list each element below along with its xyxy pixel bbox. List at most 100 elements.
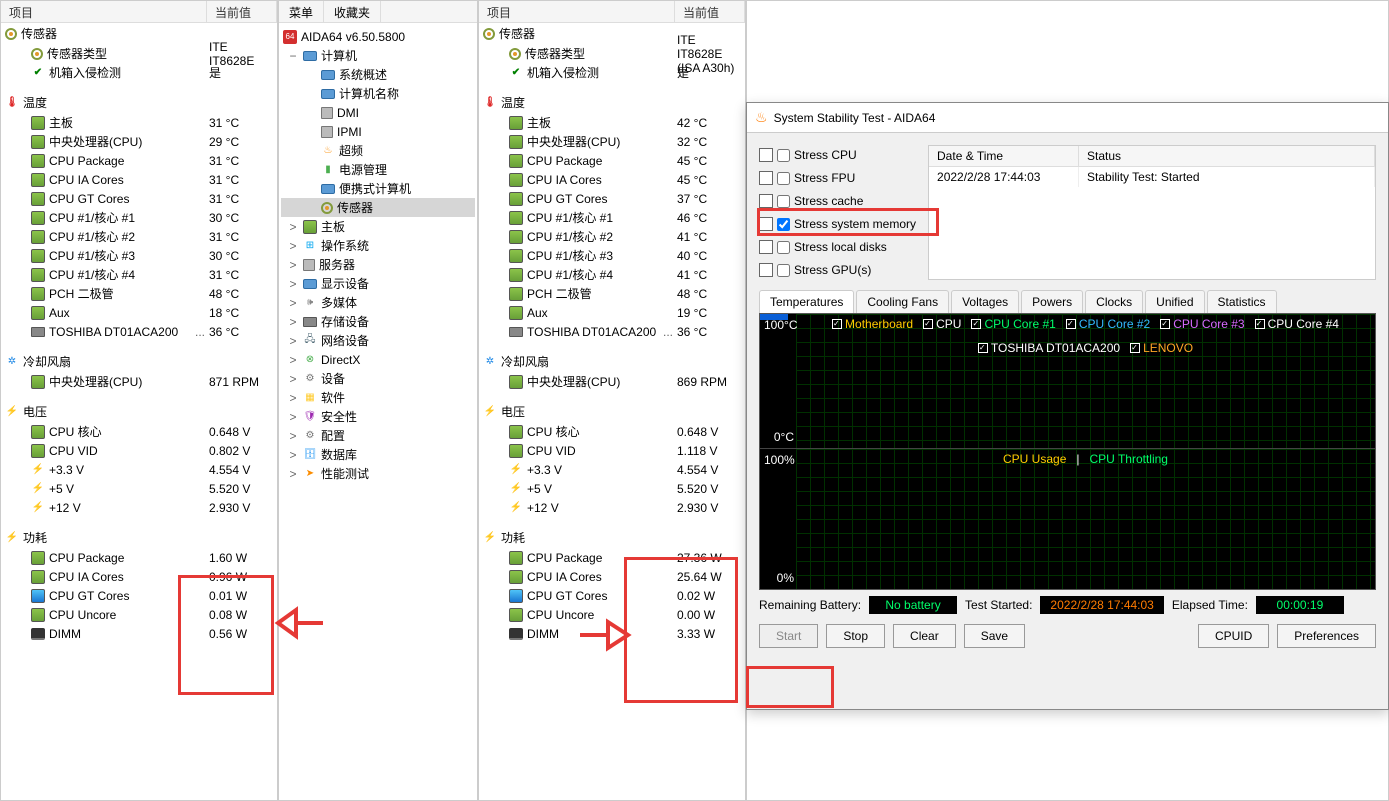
expander-icon[interactable]: >: [287, 239, 299, 253]
cpuid-button[interactable]: CPUID: [1198, 624, 1269, 648]
expander-icon[interactable]: >: [287, 277, 299, 291]
tree-node[interactable]: >⊞操作系统: [281, 236, 475, 255]
tree-node[interactable]: >主板: [281, 217, 475, 236]
preferences-button[interactable]: Preferences: [1277, 624, 1376, 648]
window-titlebar[interactable]: ♨ System Stability Test - AIDA64: [747, 103, 1388, 133]
table-row: CPU IA Cores45 °C: [479, 170, 745, 189]
expander-icon[interactable]: >: [287, 353, 299, 367]
legend-checkbox[interactable]: [923, 319, 933, 329]
clear-button[interactable]: Clear: [893, 624, 956, 648]
table-row: ⚡+5 V5.520 V: [1, 479, 277, 498]
tree-node[interactable]: >⊗DirectX: [281, 350, 475, 369]
chart-tab[interactable]: Statistics: [1207, 290, 1277, 313]
chip-icon: [31, 135, 45, 149]
tree-node[interactable]: 系统概述: [281, 65, 475, 84]
expander-icon[interactable]: −: [287, 49, 299, 63]
tree-node[interactable]: >存储设备: [281, 312, 475, 331]
sensor-panel-before: 项目 当前值 传感器传感器类型ITE IT8628E✔机箱入侵检测是🌡温度主板3…: [0, 0, 278, 801]
stress-option[interactable]: Stress local disks: [759, 237, 916, 257]
tree-node[interactable]: DMI: [281, 103, 475, 122]
tree-node[interactable]: −计算机: [281, 46, 475, 65]
legend-checkbox[interactable]: [1130, 343, 1140, 353]
stop-button[interactable]: Stop: [826, 624, 885, 648]
stress-checkbox[interactable]: [777, 195, 790, 208]
tree-node[interactable]: >🕪多媒体: [281, 293, 475, 312]
sensor-list[interactable]: 传感器传感器类型ITE IT8628E✔机箱入侵检测是🌡温度主板31 °C中央处…: [1, 23, 277, 643]
expander-icon[interactable]: >: [287, 448, 299, 462]
tree-node[interactable]: 传感器: [281, 198, 475, 217]
tree-node[interactable]: IPMI: [281, 122, 475, 141]
nav-tree[interactable]: 64AIDA64 v6.50.5800−计算机系统概述计算机名称DMIIPMI♨…: [279, 23, 477, 487]
start-button[interactable]: Start: [759, 624, 818, 648]
module-icon: [321, 126, 333, 138]
tree-node[interactable]: ♨超频: [281, 141, 475, 160]
tree-node[interactable]: >显示设备: [281, 274, 475, 293]
legend-checkbox[interactable]: [832, 319, 842, 329]
expander-icon[interactable]: >: [287, 296, 299, 310]
tree-node[interactable]: >▦软件: [281, 388, 475, 407]
stress-option[interactable]: Stress cache: [759, 191, 916, 211]
table-row: 中央处理器(CPU)871 RPM: [1, 372, 277, 391]
expander-icon[interactable]: >: [287, 410, 299, 424]
legend-item[interactable]: CPU Core #4: [1255, 317, 1339, 331]
stress-option[interactable]: Stress GPU(s): [759, 260, 916, 280]
expander-icon[interactable]: >: [287, 220, 299, 234]
tree-root[interactable]: 64AIDA64 v6.50.5800: [281, 27, 475, 46]
sensor-icon: [5, 28, 17, 40]
stress-checkbox[interactable]: [777, 264, 790, 277]
tree-node[interactable]: >🗄数据库: [281, 445, 475, 464]
tree-node[interactable]: >🖧网络设备: [281, 331, 475, 350]
tree-node[interactable]: >⚙设备: [281, 369, 475, 388]
tree-node[interactable]: >服务器: [281, 255, 475, 274]
legend-item[interactable]: LENOVO: [1130, 341, 1193, 355]
chip-icon: [31, 306, 45, 320]
table-row: 中央处理器(CPU)869 RPM: [479, 372, 745, 391]
legend-item[interactable]: TOSHIBA DT01ACA200: [978, 341, 1120, 355]
legend-checkbox[interactable]: [1160, 319, 1170, 329]
expander-icon[interactable]: >: [287, 258, 299, 272]
chart-tab[interactable]: Clocks: [1085, 290, 1143, 313]
chart-tab[interactable]: Unified: [1145, 290, 1204, 313]
expander-icon[interactable]: >: [287, 429, 299, 443]
legend-item[interactable]: CPU Core #1: [971, 317, 1055, 331]
test-started-label: Test Started:: [965, 598, 1032, 612]
legend-checkbox[interactable]: [978, 343, 988, 353]
tree-node[interactable]: >⚙配置: [281, 426, 475, 445]
tab-menu[interactable]: 菜单: [279, 1, 324, 22]
sensor-list[interactable]: 传感器传感器类型ITE IT8628E (ISA A30h)✔机箱入侵检测是🌡温…: [479, 23, 745, 643]
expander-icon[interactable]: >: [287, 315, 299, 329]
chart-tab[interactable]: Temperatures: [759, 290, 854, 313]
save-button[interactable]: Save: [964, 624, 1025, 648]
stress-checkbox[interactable]: [777, 172, 790, 185]
tree-node[interactable]: >➤性能测试: [281, 464, 475, 483]
legend-checkbox[interactable]: [971, 319, 981, 329]
legend-item[interactable]: CPU: [923, 317, 961, 331]
expander-icon[interactable]: >: [287, 372, 299, 386]
stress-checkbox[interactable]: [777, 241, 790, 254]
stress-option[interactable]: Stress FPU: [759, 168, 916, 188]
tree-node[interactable]: 便携式计算机: [281, 179, 475, 198]
legend-item[interactable]: CPU Core #2: [1066, 317, 1150, 331]
chip-icon: [31, 444, 45, 458]
legend-item[interactable]: Motherboard: [832, 317, 913, 331]
legend-checkbox[interactable]: [1255, 319, 1265, 329]
legend-checkbox[interactable]: [1066, 319, 1076, 329]
stress-checkbox[interactable]: [777, 149, 790, 162]
tree-node[interactable]: ▮电源管理: [281, 160, 475, 179]
expander-icon[interactable]: >: [287, 334, 299, 348]
stress-option[interactable]: Stress system memory: [759, 214, 916, 234]
stress-option[interactable]: Stress CPU: [759, 145, 916, 165]
chart-tab[interactable]: Powers: [1021, 290, 1083, 313]
table-row: CPU #1/核心 #431 °C: [1, 265, 277, 284]
tree-node[interactable]: >🛡安全性: [281, 407, 475, 426]
tab-fav[interactable]: 收藏夹: [324, 1, 381, 22]
chart-tab[interactable]: Voltages: [951, 290, 1019, 313]
legend-item[interactable]: CPU Core #3: [1160, 317, 1244, 331]
expander-icon[interactable]: >: [287, 391, 299, 405]
tree-node[interactable]: 计算机名称: [281, 84, 475, 103]
chip-icon: [509, 192, 523, 206]
chart-tab[interactable]: Cooling Fans: [856, 290, 949, 313]
gear-icon: ⚙: [303, 429, 317, 443]
stress-checkbox[interactable]: [777, 218, 790, 231]
expander-icon[interactable]: >: [287, 467, 299, 481]
